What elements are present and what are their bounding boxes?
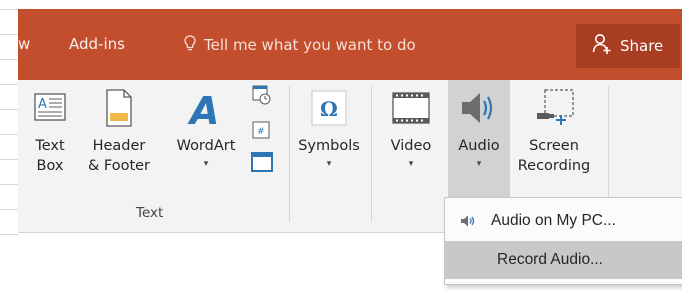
menu-item-label: Record Audio... — [497, 251, 603, 268]
film-icon — [391, 80, 431, 136]
date-time-icon[interactable] — [250, 84, 276, 112]
screen-recording-label-2: Recording — [517, 158, 591, 174]
audio-dropdown-arrow: ▾ — [476, 159, 482, 169]
text-box-button[interactable]: A Text Box — [32, 80, 68, 176]
tab-add-ins[interactable]: Add-ins — [69, 35, 125, 53]
wordart-button[interactable]: A WordArt ▾ — [169, 80, 243, 170]
svg-text:A: A — [187, 89, 219, 130]
video-dropdown-arrow: ▾ — [408, 159, 414, 169]
speaker-icon — [445, 214, 491, 228]
svg-text:A: A — [38, 97, 47, 112]
tell-me-text: Tell me what you want to do — [204, 36, 416, 54]
wordart-icon: A — [186, 80, 226, 136]
top-strip — [0, 0, 682, 9]
small-insert-icons: # — [250, 84, 276, 176]
header-footer-button[interactable]: Header & Footer — [81, 80, 157, 176]
background-gridlines — [0, 9, 18, 291]
screen-recording-icon — [531, 80, 577, 136]
symbols-label: Symbols — [298, 138, 360, 154]
text-box-label-2: Box — [36, 158, 64, 174]
audio-dropdown-menu: Audio on My PC... Record Audio... — [444, 197, 682, 285]
video-button[interactable]: Video ▾ — [385, 80, 437, 170]
header-footer-label-2: & Footer — [87, 158, 151, 174]
text-box-label-1: Text — [35, 138, 65, 154]
symbols-button[interactable]: Ω Symbols ▾ — [290, 80, 368, 170]
symbols-dropdown-arrow: ▾ — [326, 159, 332, 169]
text-box-icon: A — [33, 80, 67, 136]
header-footer-icon — [104, 80, 134, 136]
omega-glyph: Ω — [320, 97, 338, 121]
menu-item-audio-on-my-pc[interactable]: Audio on My PC... — [445, 202, 682, 240]
header-footer-label-1: Header — [92, 138, 146, 154]
screen-recording-label-1: Screen — [529, 138, 579, 154]
wordart-label: WordArt — [176, 138, 236, 154]
add-person-icon — [592, 33, 614, 59]
wordart-dropdown-arrow: ▾ — [203, 159, 209, 169]
svg-text:#: # — [257, 127, 265, 137]
lightbulb-icon — [184, 35, 196, 56]
tell-me-search[interactable]: Tell me what you want to do — [184, 35, 416, 56]
slide-number-icon[interactable]: # — [250, 120, 276, 148]
text-group-label: Text — [136, 205, 164, 221]
share-button[interactable]: Share — [576, 24, 680, 68]
share-label: Share — [620, 37, 664, 55]
omega-icon: Ω — [310, 80, 348, 136]
group-separator — [371, 86, 372, 222]
tab-partial[interactable]: w — [18, 35, 30, 53]
tab-bar: w Add-ins Tell me what you want to do Sh… — [18, 9, 682, 80]
audio-label: Audio — [458, 138, 500, 154]
screen-recording-button[interactable]: Screen Recording — [512, 80, 596, 176]
speaker-icon — [458, 80, 500, 136]
video-label: Video — [390, 138, 432, 154]
audio-button[interactable]: Audio ▾ — [448, 80, 510, 170]
menu-item-record-audio[interactable]: Record Audio... — [445, 241, 682, 279]
menu-item-label: Audio on My PC... — [491, 212, 616, 229]
object-icon[interactable] — [250, 150, 276, 176]
